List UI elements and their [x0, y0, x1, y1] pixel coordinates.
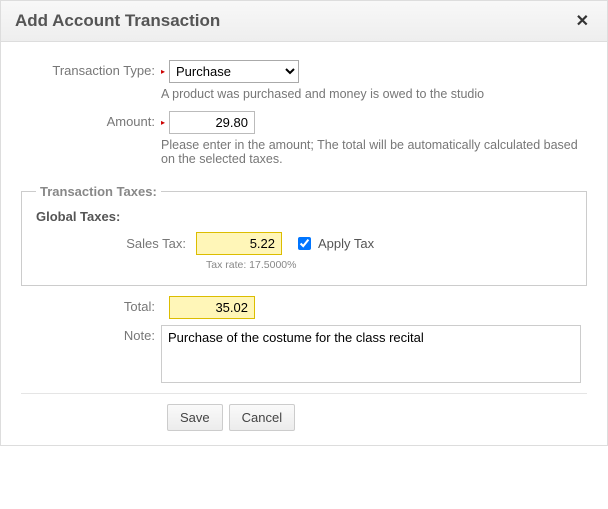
- dialog-body: Transaction Type: ▸ Purchase A product w…: [1, 42, 607, 445]
- button-row: Save Cancel: [21, 404, 587, 431]
- dialog-title: Add Account Transaction: [15, 11, 220, 31]
- label-amount: Amount:: [21, 111, 161, 129]
- global-taxes-heading: Global Taxes:: [36, 209, 572, 224]
- apply-tax-wrap: Apply Tax: [294, 234, 374, 253]
- row-transaction-type: Transaction Type: ▸ Purchase A product w…: [21, 60, 587, 101]
- label-sales-tax: Sales Tax:: [36, 236, 196, 251]
- cancel-button[interactable]: Cancel: [229, 404, 295, 431]
- transaction-taxes-legend: Transaction Taxes:: [36, 184, 161, 199]
- required-marker: ▸: [161, 67, 167, 76]
- save-button[interactable]: Save: [167, 404, 223, 431]
- divider: [21, 393, 587, 394]
- apply-tax-label: Apply Tax: [318, 236, 374, 251]
- row-sales-tax: Sales Tax: Apply Tax: [36, 232, 572, 255]
- add-account-transaction-dialog: Add Account Transaction ✕ Transaction Ty…: [0, 0, 608, 446]
- required-marker: ▸: [161, 118, 167, 127]
- dialog-header: Add Account Transaction ✕: [1, 1, 607, 42]
- close-icon[interactable]: ✕: [572, 11, 593, 31]
- label-total: Total:: [21, 296, 161, 314]
- transaction-type-select[interactable]: Purchase: [169, 60, 299, 83]
- total-output: [169, 296, 255, 319]
- label-note: Note:: [21, 325, 161, 343]
- row-note: Note:: [21, 325, 587, 383]
- label-transaction-type: Transaction Type:: [21, 60, 161, 78]
- amount-help: Please enter in the amount; The total wi…: [161, 138, 587, 166]
- transaction-taxes-fieldset: Transaction Taxes: Global Taxes: Sales T…: [21, 184, 587, 286]
- row-amount: Amount: ▸ Please enter in the amount; Th…: [21, 111, 587, 166]
- sales-tax-input[interactable]: [196, 232, 282, 255]
- note-textarea[interactable]: [161, 325, 581, 383]
- apply-tax-checkbox[interactable]: [298, 237, 311, 250]
- transaction-type-help: A product was purchased and money is owe…: [161, 87, 587, 101]
- tax-rate-text: Tax rate: 17.5000%: [206, 259, 572, 271]
- amount-input[interactable]: [169, 111, 255, 134]
- row-total: Total: ▸: [21, 296, 587, 319]
